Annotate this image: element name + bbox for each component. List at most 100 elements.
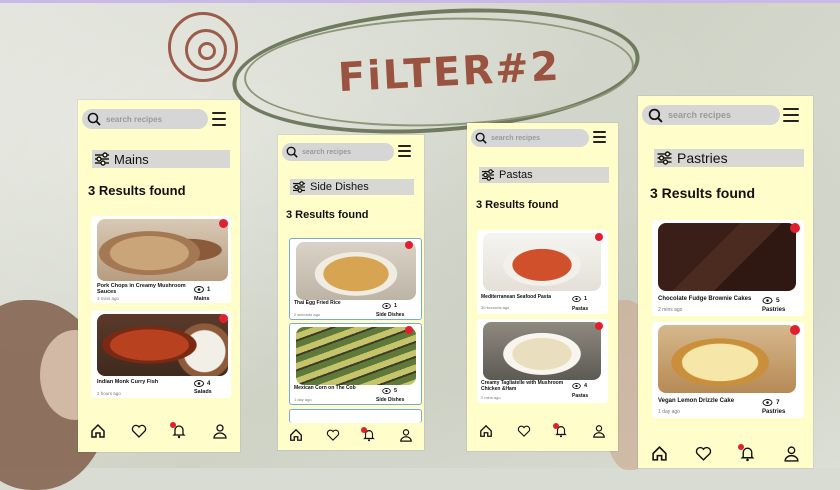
recipe-card[interactable]: Pork Chops in Creamy Mushroom Sauces 3 m… — [91, 216, 231, 303]
recipe-image — [483, 322, 601, 380]
recipe-name: Mediterranean Seafood Pasta — [481, 294, 552, 300]
recipe-image — [658, 223, 796, 291]
recipe-category: Side Dishes — [376, 312, 405, 318]
recipe-name: Indian Monk Curry Fish — [97, 379, 159, 385]
recipe-card[interactable]: Mexican Corn on The Cob 1 day ago 5 Side… — [289, 323, 422, 405]
phone-screen-pastries: search recipes Pastries 3 Results found … — [638, 96, 813, 468]
view-count: 1 — [194, 286, 210, 293]
eye-icon — [572, 383, 581, 389]
home-icon — [91, 423, 105, 438]
recipe-card[interactable] — [289, 409, 422, 423]
search-placeholder: search recipes — [668, 110, 732, 120]
favorite-heart-icon[interactable] — [790, 223, 800, 233]
search-icon — [82, 109, 106, 129]
recipe-category: Salads — [194, 389, 212, 395]
view-count: 5 — [382, 388, 397, 394]
nav-home[interactable] — [90, 423, 106, 439]
view-count-value: 1 — [394, 303, 398, 309]
menu-icon[interactable] — [398, 145, 411, 157]
eye-icon — [762, 399, 773, 406]
nav-notifications[interactable] — [553, 423, 568, 438]
search-input[interactable]: search recipes — [642, 105, 780, 125]
view-count: 1 — [572, 296, 587, 302]
favorite-heart-icon[interactable] — [405, 326, 413, 334]
nav-home[interactable] — [479, 424, 493, 438]
nav-profile[interactable] — [592, 424, 606, 438]
view-count: 4 — [194, 380, 210, 387]
recipe-card[interactable]: Creamy Tagliatelle with Mushroom Chicken… — [477, 319, 608, 403]
recipe-time: 1 day ago — [658, 409, 680, 415]
recipe-card[interactable]: Thai Egg Fried Rice 2 seconds ago 1 Side… — [289, 238, 422, 320]
filter-sliders-icon — [657, 151, 672, 165]
view-count-value: 5 — [776, 297, 780, 304]
user-icon — [213, 424, 227, 439]
bottom-nav — [638, 442, 813, 464]
user-icon — [784, 445, 799, 462]
favorite-heart-icon[interactable] — [219, 219, 228, 228]
filter-pill[interactable]: Pastries — [654, 149, 804, 167]
favorite-heart-icon[interactable] — [595, 322, 603, 330]
nav-favorites[interactable] — [695, 446, 712, 461]
menu-icon[interactable] — [212, 112, 226, 126]
heart-icon — [695, 446, 712, 461]
recipe-card[interactable]: Chocolate Fudge Brownie Cakes 2 mins ago… — [652, 220, 804, 316]
recipe-time: 1 day ago — [294, 397, 312, 402]
nav-favorites[interactable] — [326, 429, 340, 441]
recipe-time: 3 mins ago — [97, 296, 120, 301]
eye-icon — [194, 380, 204, 387]
recipe-category: Pastries — [762, 307, 786, 313]
recipe-category: Pastries — [762, 409, 786, 415]
results-count: 3 Results found — [476, 199, 559, 211]
favorite-heart-icon[interactable] — [595, 233, 603, 241]
recipe-name: Creamy Tagliatelle with Mushroom Chicken… — [481, 380, 564, 392]
eye-icon — [382, 388, 391, 394]
view-count-value: 7 — [776, 399, 780, 406]
recipe-name: Thai Egg Fried Rice — [294, 300, 341, 306]
recipe-card[interactable]: Vegan Lemon Drizzle Cake 1 day ago 7 Pas… — [652, 322, 804, 418]
nav-profile[interactable] — [399, 428, 413, 442]
filter-pill[interactable]: Side Dishes — [290, 179, 414, 195]
phone-screen-side-dishes: search recipes Side Dishes 3 Results fou… — [278, 135, 424, 450]
eye-icon — [572, 296, 581, 302]
filter-pill[interactable]: Pastas — [479, 167, 609, 183]
nav-notifications[interactable] — [361, 427, 376, 442]
heart-icon — [131, 424, 146, 438]
search-icon — [642, 105, 668, 125]
filter-sliders-icon — [293, 181, 305, 193]
recipe-card[interactable]: Indian Monk Curry Fish 2 hours ago 4 Sal… — [91, 311, 231, 398]
nav-home[interactable] — [651, 445, 668, 462]
search-input[interactable]: search recipes — [282, 143, 394, 161]
user-icon — [593, 425, 605, 438]
view-count: 5 — [762, 297, 780, 304]
eye-icon — [762, 297, 773, 304]
notification-dot — [737, 443, 744, 450]
recipe-time: 30 seconds ago — [481, 305, 510, 310]
search-icon — [471, 129, 491, 147]
view-count-value: 4 — [584, 383, 588, 389]
menu-icon[interactable] — [593, 131, 606, 143]
nav-favorites[interactable] — [517, 425, 531, 437]
nav-home[interactable] — [289, 428, 303, 442]
recipe-time: 2 seconds ago — [294, 312, 321, 317]
favorite-heart-icon[interactable] — [219, 314, 228, 323]
nav-notifications[interactable] — [170, 422, 187, 439]
nav-notifications[interactable] — [737, 443, 756, 462]
nav-profile[interactable] — [783, 445, 800, 462]
recipe-image — [296, 327, 416, 385]
recipe-image — [97, 219, 228, 281]
nav-favorites[interactable] — [131, 424, 147, 438]
recipe-time: 2 mins ago — [481, 395, 501, 400]
view-count-value: 5 — [394, 388, 398, 394]
search-input[interactable]: search recipes — [471, 129, 589, 147]
menu-icon[interactable] — [783, 108, 799, 122]
results-count: 3 Results found — [650, 185, 756, 201]
home-icon — [652, 445, 668, 461]
favorite-heart-icon[interactable] — [790, 325, 800, 335]
view-count: 1 — [382, 303, 397, 309]
recipe-card[interactable]: Mediterranean Seafood Pasta 30 seconds a… — [477, 230, 608, 314]
filter-pill[interactable]: Mains — [92, 150, 230, 168]
favorite-heart-icon[interactable] — [405, 241, 413, 249]
recipe-image — [658, 325, 796, 393]
search-input[interactable]: search recipes — [82, 109, 208, 129]
nav-profile[interactable] — [212, 423, 228, 439]
